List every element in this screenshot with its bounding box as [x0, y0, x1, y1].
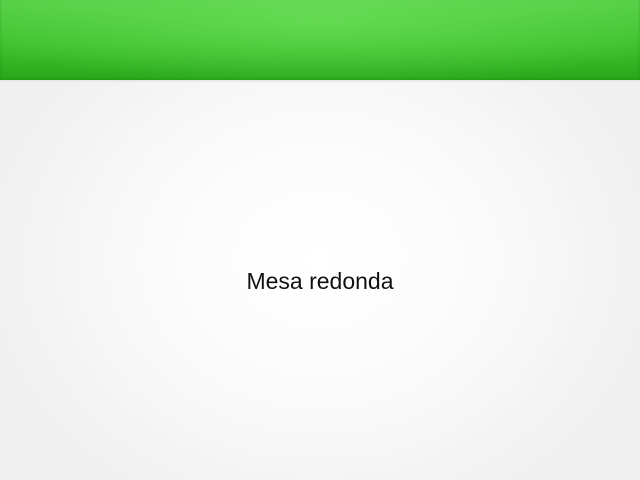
slide-title: Mesa redonda	[246, 268, 394, 294]
header-band	[0, 0, 640, 82]
slide-canvas: Mesa redonda	[0, 0, 640, 480]
